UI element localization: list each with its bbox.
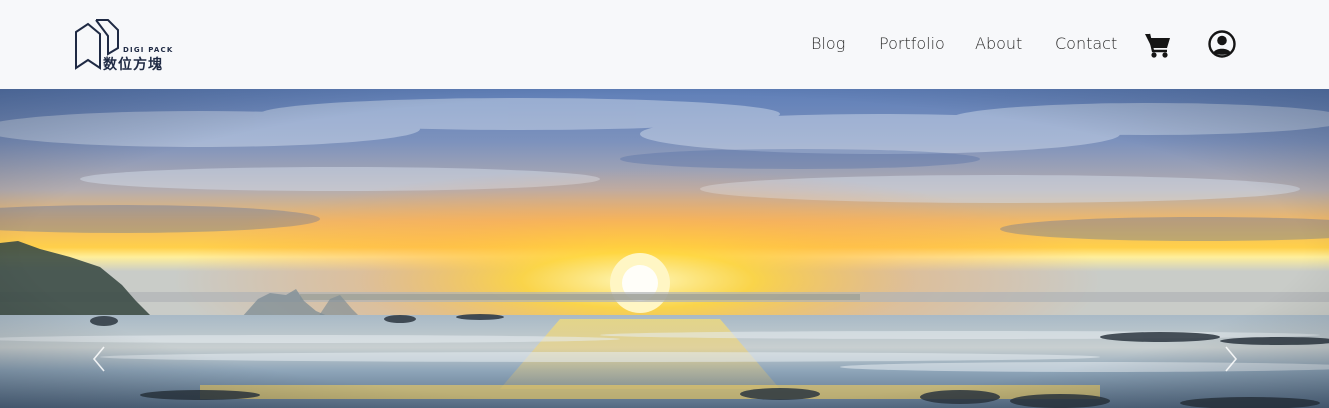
hero-carousel (0, 89, 1329, 408)
shopping-cart-icon (1145, 33, 1170, 58)
main-nav: Blog Portfolio About Contact (0, 34, 1329, 54)
nav-link-blog[interactable]: Blog (811, 34, 845, 53)
carousel-prev-button[interactable] (88, 339, 112, 379)
logo-title: 数位方塊 (103, 57, 163, 73)
nav-link-contact[interactable]: Contact (1055, 34, 1117, 53)
nav-link-about[interactable]: About (975, 34, 1022, 53)
nav-link-portfolio[interactable]: Portfolio (879, 34, 945, 53)
chevron-left-icon (92, 346, 105, 372)
cart-button[interactable] (1143, 30, 1173, 60)
chevron-right-icon (1225, 346, 1238, 372)
carousel-next-button[interactable] (1218, 339, 1242, 379)
user-account-button[interactable] (1207, 29, 1237, 59)
top-navbar: DIGI PACK 数位方塊 Blog Portfolio About Cont… (0, 0, 1329, 89)
hero-slide-image (0, 89, 1329, 408)
user-account-icon (1208, 30, 1236, 58)
